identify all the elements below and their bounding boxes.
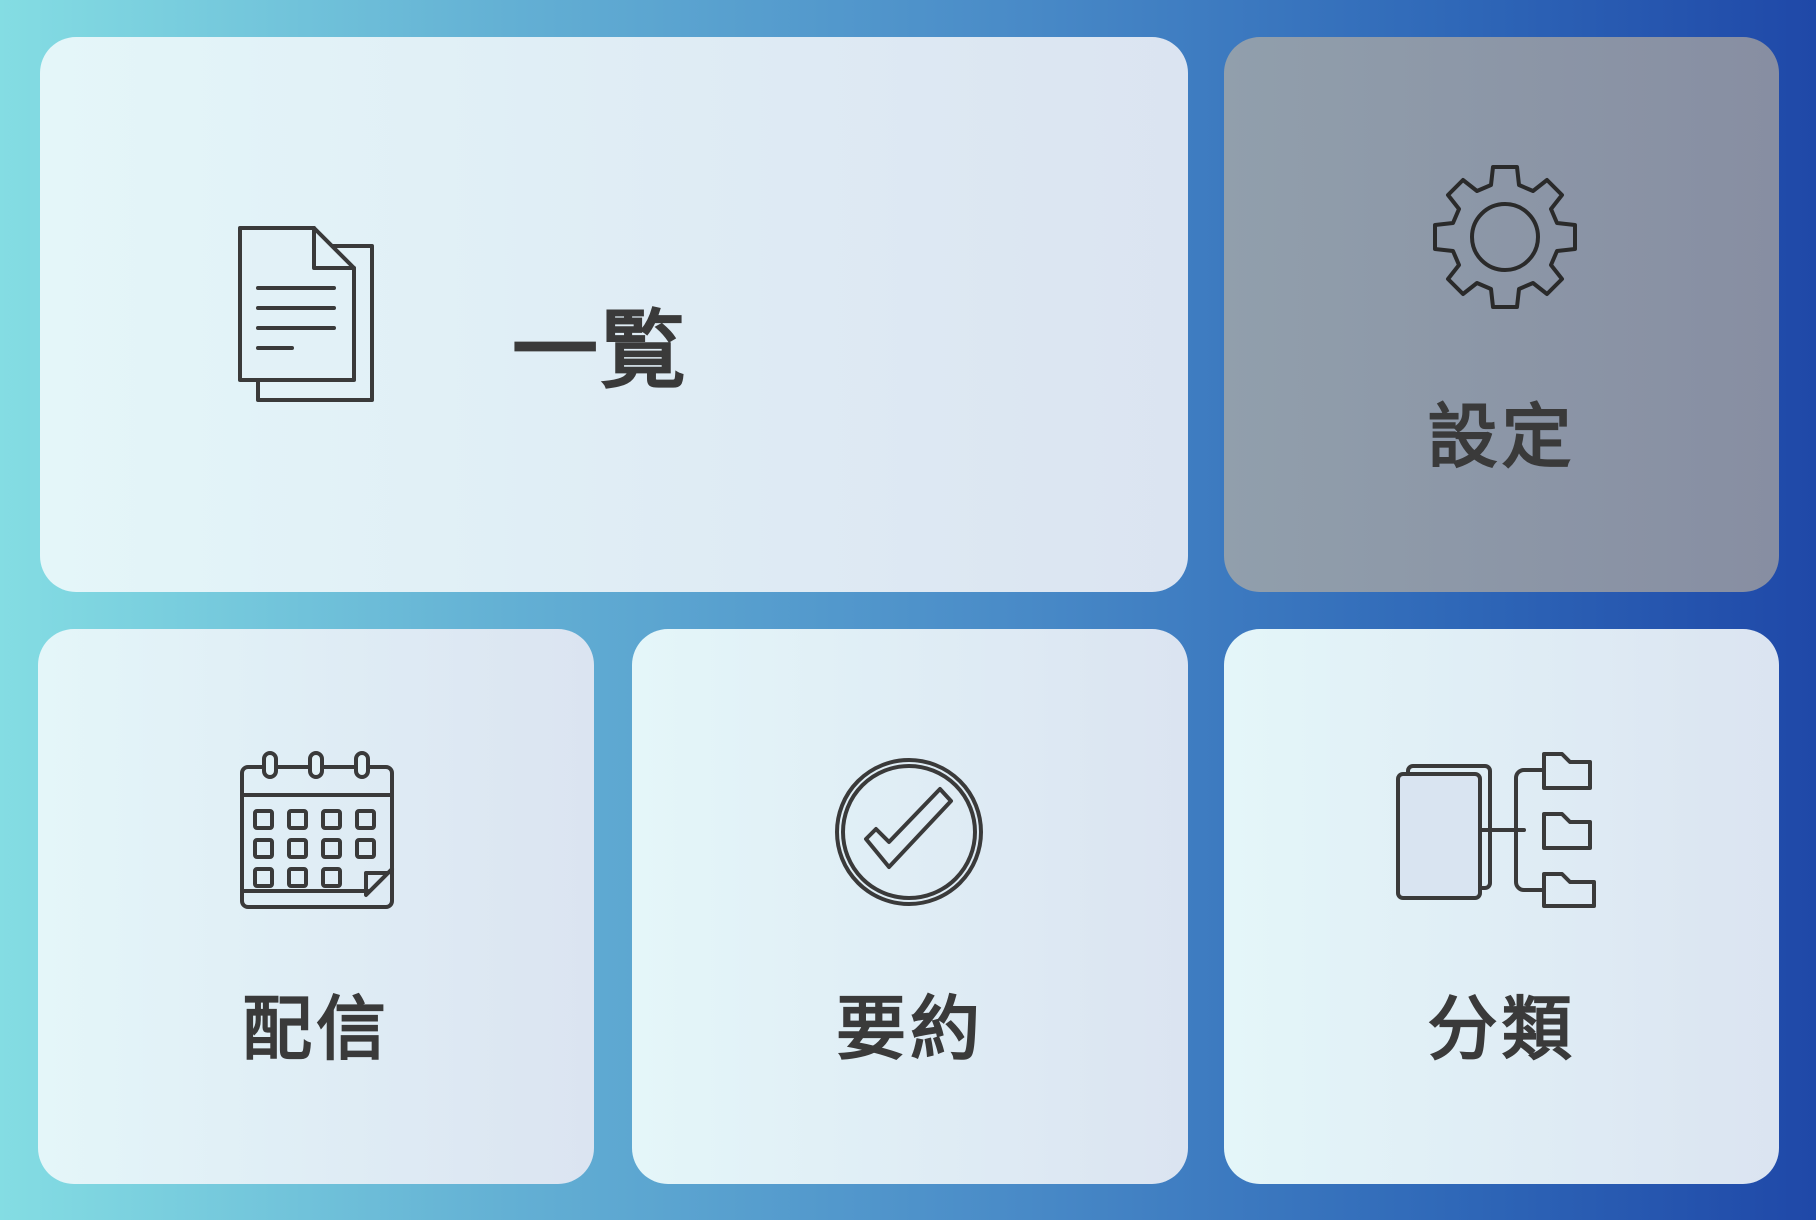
menu-tile-distribution[interactable]: 配信 <box>38 629 594 1184</box>
menu-label-classification: 分類 <box>1427 988 1576 1070</box>
menu-tile-summary[interactable]: 要約 <box>632 629 1188 1184</box>
menu-label-settings: 設定 <box>1427 396 1576 478</box>
menu-tile-settings[interactable]: 設定 <box>1224 37 1779 592</box>
menu-tile-list[interactable]: 一覧 <box>40 37 1188 592</box>
check-circle-icon <box>835 758 983 906</box>
menu-label-summary: 要約 <box>836 988 984 1070</box>
menu-label-distribution: 配信 <box>242 988 390 1070</box>
gear-icon <box>1433 165 1577 309</box>
menu-tile-classification[interactable]: 分類 <box>1224 629 1779 1184</box>
menu-label-list: 一覧 <box>512 301 688 401</box>
documents-icon <box>238 226 374 402</box>
folder-tree-icon <box>1396 752 1596 908</box>
calendar-icon <box>240 751 394 909</box>
